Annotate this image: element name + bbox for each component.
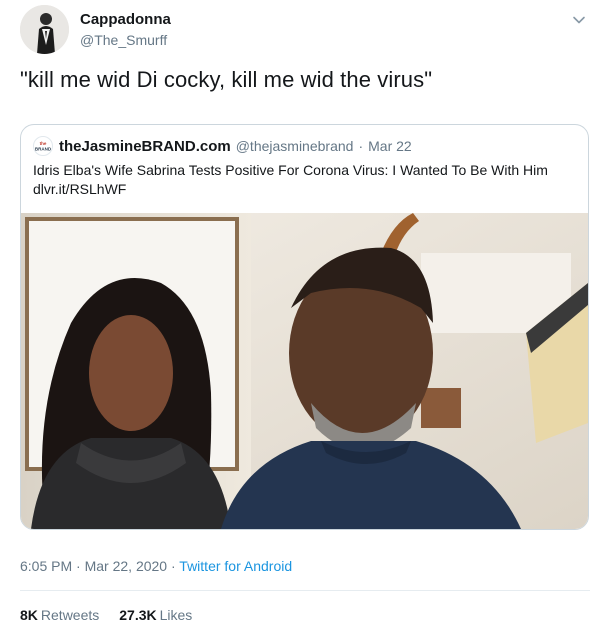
likes-stat[interactable]: 27.3K Likes xyxy=(119,607,192,623)
author-block: Cappadonna @The_Smurff xyxy=(80,11,171,49)
brand-logo-icon: the BRAND xyxy=(33,136,53,156)
tweet-time[interactable]: 6:05 PM xyxy=(20,558,72,574)
retweets-count: 8K xyxy=(20,607,38,623)
quoted-author-handle[interactable]: @thejasminebrand xyxy=(236,138,354,154)
meta-separator: · xyxy=(76,558,85,574)
quoted-tweet-link[interactable]: dlvr.it/RSLhWF xyxy=(33,180,578,199)
tweet-source-link[interactable]: Twitter for Android xyxy=(179,558,292,574)
quoted-separator: · xyxy=(358,138,364,154)
likes-label: Likes xyxy=(159,607,193,623)
profile-photo-icon xyxy=(20,5,69,54)
retweets-stat[interactable]: 8K Retweets xyxy=(20,607,99,623)
quoted-tweet-card[interactable]: the BRAND theJasmineBRAND.com @thejasmin… xyxy=(20,124,589,530)
tweet-container: Cappadonna @The_Smurff "kill me wid Di c… xyxy=(0,0,613,629)
tweet-stats: 8K Retweets 27.3K Likes xyxy=(20,607,192,623)
avatar[interactable] xyxy=(20,5,69,54)
quoted-tweet-body: Idris Elba's Wife Sabrina Tests Positive… xyxy=(33,161,578,199)
author-handle[interactable]: @The_Smurff xyxy=(80,31,171,49)
quoted-date[interactable]: Mar 22 xyxy=(368,138,412,154)
chevron-down-icon[interactable] xyxy=(571,12,587,28)
author-name[interactable]: Cappadonna xyxy=(80,11,171,29)
quoted-tweet-text: Idris Elba's Wife Sabrina Tests Positive… xyxy=(33,162,548,178)
tweet-date[interactable]: Mar 22, 2020 xyxy=(85,558,168,574)
quoted-media-image[interactable] xyxy=(21,213,588,529)
quoted-tweet-header: the BRAND theJasmineBRAND.com @thejasmin… xyxy=(33,136,412,156)
retweets-label: Retweets xyxy=(40,607,100,623)
tweet-text: "kill me wid Di cocky, kill me wid the v… xyxy=(20,67,433,92)
video-still-icon xyxy=(21,213,588,529)
svg-text:the: the xyxy=(40,141,47,146)
quoted-author-name[interactable]: theJasmineBRAND.com xyxy=(59,138,231,155)
likes-count: 27.3K xyxy=(119,607,157,623)
tweet-meta: 6:05 PM · Mar 22, 2020 · Twitter for And… xyxy=(20,558,292,574)
divider xyxy=(20,590,590,591)
svg-text:BRAND: BRAND xyxy=(35,147,51,152)
